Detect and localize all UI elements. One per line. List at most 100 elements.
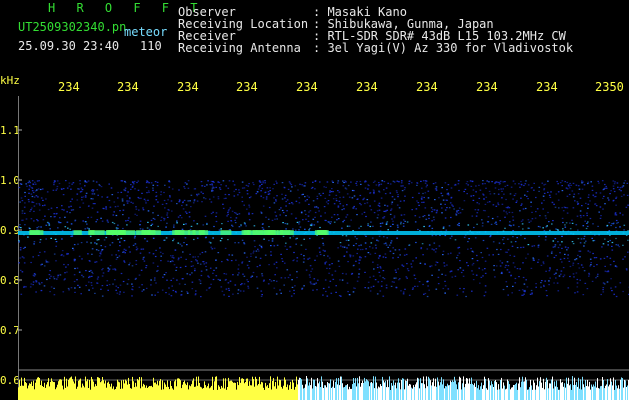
noise-dot <box>481 256 484 259</box>
noise-dot <box>335 198 338 200</box>
noise-dot <box>570 184 572 186</box>
noise-dot <box>524 237 526 240</box>
noise-dot <box>205 289 208 291</box>
amplitude-bar <box>140 388 141 400</box>
noise-dot <box>225 288 228 290</box>
amplitude-bar <box>244 383 245 400</box>
noise-dot <box>542 208 544 210</box>
noise-dot <box>457 209 460 212</box>
amplitude-bar <box>507 379 508 400</box>
amplitude-bar <box>575 384 576 400</box>
noise-dot <box>519 186 521 188</box>
noise-dot <box>243 275 246 277</box>
amplitude-bar <box>97 377 98 400</box>
noise-dot <box>332 191 334 193</box>
noise-dot <box>117 224 119 226</box>
noise-dot <box>209 184 211 186</box>
noise-dot <box>292 203 294 205</box>
noise-dot <box>82 202 85 204</box>
noise-dot <box>196 223 199 225</box>
noise-dot <box>20 227 22 229</box>
noise-dot <box>69 228 71 230</box>
noise-dot <box>479 282 481 284</box>
noise-dot <box>160 219 162 222</box>
noise-dot <box>509 193 512 195</box>
noise-dot <box>225 273 228 275</box>
noise-dot <box>516 268 519 270</box>
amplitude-bar <box>375 376 376 400</box>
noise-dot <box>422 215 424 218</box>
noise-dot <box>49 270 51 272</box>
amplitude-bar <box>290 381 291 400</box>
noise-dot <box>546 255 549 257</box>
noise-dot <box>196 260 198 262</box>
noise-dot <box>561 185 563 187</box>
noise-dot <box>513 194 516 197</box>
noise-dot <box>351 197 354 199</box>
amplitude-bar <box>150 386 151 400</box>
noise-dot <box>307 258 309 260</box>
noise-dot <box>150 182 153 184</box>
noise-dot <box>615 196 618 198</box>
noise-dot <box>615 295 618 298</box>
amplitude-bar <box>453 381 454 400</box>
noise-dot <box>320 215 322 217</box>
noise-dot <box>198 279 201 281</box>
noise-dot <box>219 279 221 281</box>
amplitude-bar <box>420 378 421 400</box>
noise-dot <box>24 224 26 226</box>
noise-dot <box>182 208 185 210</box>
noise-dot <box>35 291 37 293</box>
noise-dot <box>284 245 287 247</box>
noise-dot <box>467 224 470 226</box>
noise-dot <box>535 196 537 199</box>
noise-dot <box>309 210 312 212</box>
noise-dot <box>253 250 255 252</box>
amplitude-bar <box>309 382 310 400</box>
noise-dot <box>603 283 606 285</box>
date-time: 25.09.30 23:40 <box>18 39 120 53</box>
amplitude-bar <box>345 385 346 400</box>
noise-dot <box>497 204 500 206</box>
noise-dot <box>405 253 408 256</box>
noise-dot <box>58 182 61 185</box>
amplitude-bar <box>458 382 459 400</box>
amplitude-bar <box>568 377 569 400</box>
amplitude-bar <box>237 381 238 400</box>
noise-dot <box>499 182 502 184</box>
amplitude-bar <box>615 380 616 400</box>
amplitude-bar <box>321 376 322 400</box>
noise-dot <box>450 187 453 189</box>
amplitude-bar <box>171 386 172 400</box>
noise-dot <box>208 287 210 289</box>
x-tick: 234 <box>58 80 80 94</box>
noise-dot <box>436 210 438 212</box>
noise-dot <box>615 219 618 222</box>
noise-dot <box>220 286 223 288</box>
amplitude-bar <box>463 376 464 400</box>
noise-dot <box>496 248 498 251</box>
noise-dot <box>28 188 30 190</box>
noise-dot <box>412 260 414 262</box>
noise-dot <box>282 222 284 224</box>
noise-dot <box>53 181 56 183</box>
noise-dot <box>604 238 606 240</box>
noise-dot <box>512 219 515 221</box>
noise-dot <box>352 207 355 209</box>
noise-dot <box>55 213 58 215</box>
noise-dot <box>100 217 102 219</box>
amplitude-bar <box>24 377 25 400</box>
noise-dot <box>105 206 107 208</box>
noise-dot <box>622 185 625 187</box>
noise-dot <box>335 285 337 287</box>
noise-dot <box>290 295 293 297</box>
noise-dot <box>296 257 299 259</box>
noise-dot <box>488 254 490 256</box>
noise-dot <box>561 247 563 249</box>
noise-dot <box>33 196 36 198</box>
noise-dot <box>522 294 524 296</box>
amplitude-bar <box>512 387 513 400</box>
amplitude-bar <box>355 378 356 400</box>
noise-dot <box>504 251 507 253</box>
noise-dot <box>268 226 270 228</box>
